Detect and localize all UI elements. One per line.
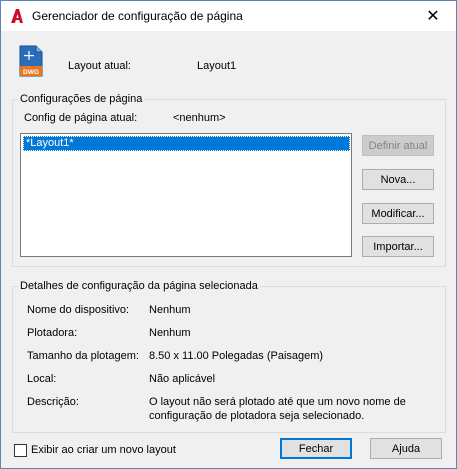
current-page-setup-label: Config de página atual:: [24, 112, 138, 124]
close-icon: ✕: [426, 8, 440, 25]
close-button[interactable]: Fechar: [280, 438, 352, 459]
import-button[interactable]: Importar...: [362, 236, 434, 257]
location-label: Local:: [27, 373, 57, 385]
description-value-line2: configuração de plotadora seja seleciona…: [149, 410, 365, 422]
help-button[interactable]: Ajuda: [370, 438, 442, 459]
plotter-value: Nenhum: [149, 327, 191, 339]
dwg-file-icon: DWG: [19, 45, 43, 77]
dwg-icon-text: DWG: [23, 69, 39, 76]
modify-button[interactable]: Modificar...: [362, 203, 434, 224]
show-on-new-layout-checkbox[interactable]: [14, 444, 27, 457]
plotter-label: Plotadora:: [27, 327, 78, 339]
device-name-label: Nome do dispositivo:: [27, 304, 130, 316]
page-setup-manager-dialog: Gerenciador de configuração de página ✕ …: [0, 0, 457, 469]
page-setups-list[interactable]: *Layout1*: [20, 133, 352, 257]
description-value-line1: O layout não será plotado até que um nov…: [149, 396, 406, 408]
plot-size-label: Tamanho da plotagem:: [27, 350, 139, 362]
details-group-title: Detalhes de configuração da página selec…: [18, 280, 260, 292]
location-value: Não aplicável: [149, 373, 216, 385]
new-button[interactable]: Nova...: [362, 169, 434, 190]
list-item[interactable]: *Layout1*: [23, 136, 350, 151]
device-name-value: Nenhum: [149, 304, 191, 316]
title-bar: Gerenciador de configuração de página ✕: [1, 1, 456, 31]
current-layout-value: Layout1: [197, 60, 237, 72]
page-setups-group-title: Configurações de página: [18, 93, 145, 105]
set-current-button[interactable]: Definir atual: [362, 135, 434, 156]
description-label: Descrição:: [27, 396, 79, 408]
show-on-new-layout-label[interactable]: Exibir ao criar um novo layout: [31, 444, 176, 456]
autocad-app-icon: [11, 9, 23, 23]
window-title: Gerenciador de configuração de página: [32, 9, 243, 23]
current-layout-label: Layout atual:: [68, 60, 131, 72]
close-window-button[interactable]: ✕: [410, 1, 456, 31]
plot-size-value: 8.50 x 11.00 Polegadas (Paisagem): [149, 350, 324, 362]
current-page-setup-value: <nenhum>: [173, 112, 226, 124]
